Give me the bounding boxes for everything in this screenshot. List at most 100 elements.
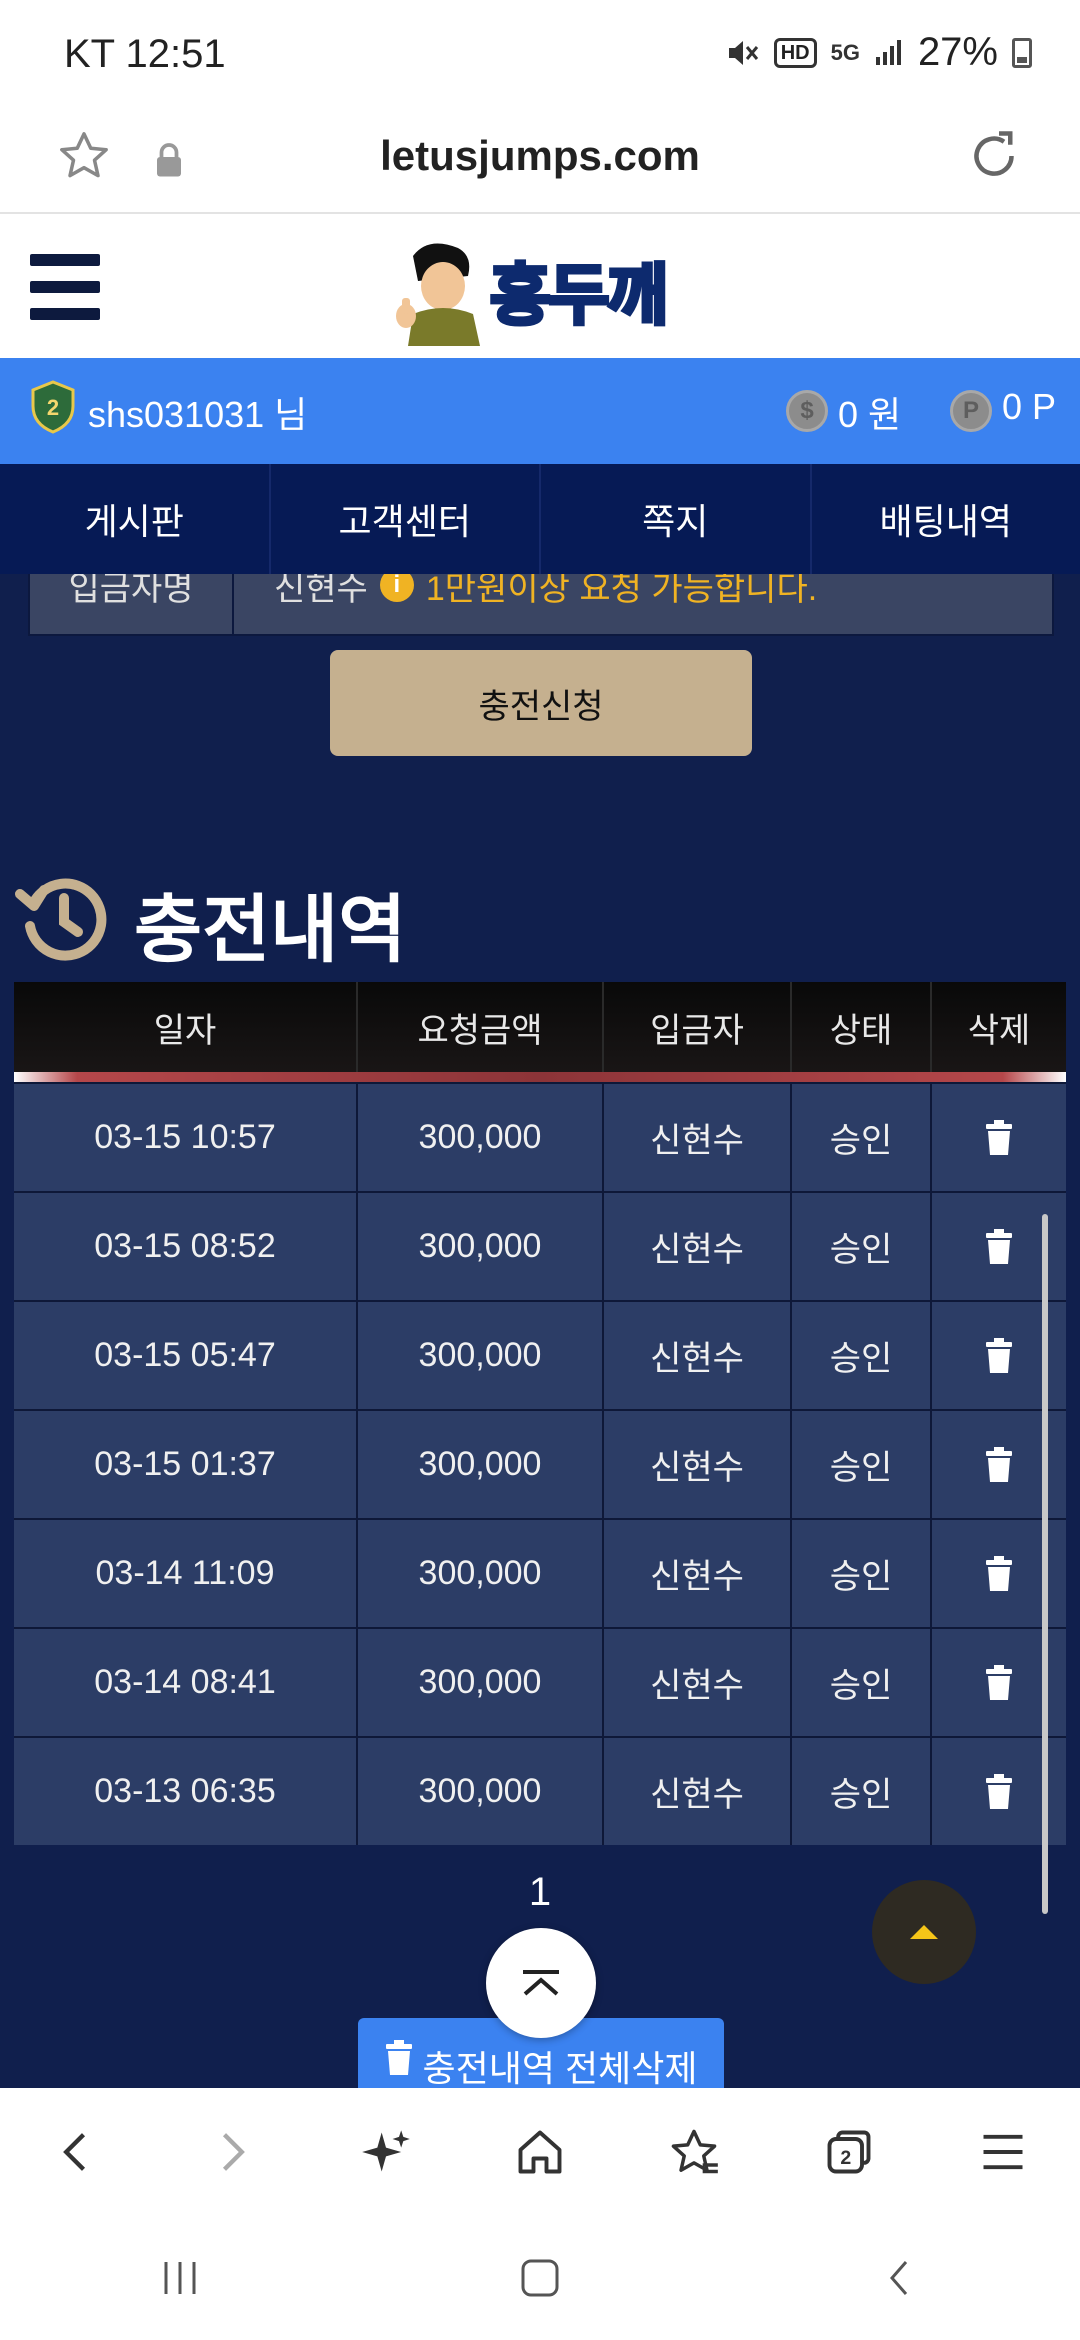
menu-icon[interactable]: [30, 254, 100, 320]
depositor-value: 신현수: [274, 574, 368, 608]
cell-amount: 300,000: [358, 1084, 604, 1191]
browser-toolbar: 2: [0, 2088, 1080, 2216]
cell-depositor: 신현수: [604, 1302, 792, 1409]
trash-icon: [986, 1773, 1012, 1809]
cell-status: 승인: [792, 1084, 932, 1191]
cell-depositor: 신현수: [604, 1411, 792, 1518]
cell-amount: 300,000: [358, 1193, 604, 1300]
depositor-label: 입금자명: [30, 574, 234, 634]
column-header-status: 상태: [792, 982, 932, 1082]
cell-date: 03-15 01:37: [14, 1411, 358, 1518]
status-time: KT 12:51: [64, 32, 226, 76]
depositor-field[interactable]: 신현수 i 1만원이상 요청 가능합니다.: [234, 574, 1052, 634]
system-home-button[interactable]: [360, 2256, 720, 2300]
scrollbar[interactable]: [1042, 1214, 1048, 1914]
cell-date: 03-14 11:09: [14, 1520, 358, 1627]
logo[interactable]: 홍두깨: [488, 242, 670, 338]
url-text[interactable]: letusjumps.com: [0, 132, 1080, 180]
cell-status: 승인: [792, 1738, 932, 1845]
cell-status: 승인: [792, 1302, 932, 1409]
table-row: 03-13 06:35 300,000 신현수 승인: [14, 1736, 1066, 1845]
back-button[interactable]: [0, 2126, 154, 2178]
reload-icon[interactable]: [964, 126, 1024, 186]
chevron-up-icon: [523, 1970, 559, 1996]
point-coin-icon: P: [950, 390, 992, 432]
cell-depositor: 신현수: [604, 1520, 792, 1627]
table-header: 일자 요청금액 입금자 상태 삭제: [14, 982, 1066, 1082]
column-header-depositor: 입금자: [604, 982, 792, 1082]
ai-assistant-button[interactable]: [309, 2126, 463, 2178]
charge-request-button[interactable]: 충전신청: [330, 650, 752, 756]
signal-icon: [874, 39, 904, 67]
tabs-button[interactable]: 2: [771, 2126, 925, 2178]
bookmarks-button[interactable]: [617, 2126, 771, 2178]
chevron-left-icon: [63, 2133, 86, 2171]
site-header: 홍두깨: [0, 214, 1080, 358]
cell-amount: 300,000: [358, 1411, 604, 1518]
main-content: 입금자명 신현수 i 1만원이상 요청 가능합니다. 충전신청 충전내역 일자 …: [0, 574, 1080, 2088]
cell-status: 승인: [792, 1520, 932, 1627]
network-5g-icon: 5G: [830, 39, 860, 65]
section-title: 충전내역: [134, 888, 407, 971]
cell-date: 03-14 08:41: [14, 1629, 358, 1736]
home-icon: [518, 2130, 562, 2174]
column-header-delete: 삭제: [967, 1011, 1031, 1050]
cell-depositor: 신현수: [604, 1629, 792, 1736]
trash-icon: [986, 1119, 1012, 1155]
column-header-date: 일자: [14, 982, 358, 1082]
column-header-amount: 요청금액: [358, 982, 604, 1082]
delete-row-button[interactable]: [932, 1084, 1066, 1191]
trash-icon: [986, 1555, 1012, 1591]
table-row: 03-15 10:57 300,000 신현수 승인: [14, 1082, 1066, 1191]
nav-messages[interactable]: 쪽지: [541, 464, 812, 574]
money-balance: 0 원: [838, 394, 902, 435]
browser-url-bar: letusjumps.com: [0, 108, 1080, 214]
nav-customer-center[interactable]: 고객센터: [271, 464, 541, 574]
recent-apps-button[interactable]: [0, 2258, 360, 2298]
browser-menu-button[interactable]: [926, 2126, 1080, 2178]
recent-apps-icon: [164, 2262, 196, 2294]
table-body: 03-15 10:57 300,000 신현수 승인 03-15 08:52 300,00…: [14, 1082, 1066, 1845]
bookmarks-star-icon: [671, 2129, 719, 2174]
table-row: 03-15 05:47 300,000 신현수 승인: [14, 1300, 1066, 1409]
menu-lines-icon: [983, 2134, 1023, 2170]
back-to-top-button[interactable]: [486, 1928, 596, 2038]
main-nav: 게시판 고객센터 쪽지 배팅내역: [0, 464, 1080, 574]
cell-status: 승인: [792, 1629, 932, 1736]
cell-status: 승인: [792, 1193, 932, 1300]
cell-depositor: 신현수: [604, 1193, 792, 1300]
cell-date: 03-15 08:52: [14, 1193, 358, 1300]
system-back-button[interactable]: [720, 2256, 1080, 2300]
level-shield-icon: 2: [31, 380, 75, 434]
hd-icon: HD: [773, 37, 817, 68]
money-coin-icon: $: [786, 390, 828, 432]
nav-betting-history[interactable]: 배팅내역: [812, 464, 1080, 574]
home-button[interactable]: [463, 2126, 617, 2178]
forward-button[interactable]: [154, 2126, 308, 2178]
table-row: 03-15 01:37 300,000 신현수 승인: [14, 1409, 1066, 1518]
nav-board[interactable]: 게시판: [0, 464, 271, 574]
info-icon: i: [379, 574, 414, 602]
trash-icon: [986, 1664, 1012, 1700]
mute-icon: [726, 38, 760, 68]
depositor-row: 입금자명 신현수 i 1만원이상 요청 가능합니다.: [28, 574, 1054, 636]
cell-depositor: 신현수: [604, 1084, 792, 1191]
table-row: 03-15 08:52 300,000 신현수 승인: [14, 1191, 1066, 1300]
charge-history-table: 일자 요청금액 입금자 상태 삭제 03-15 10:57 300,000 신현수 승…: [14, 982, 1066, 1845]
system-nav-bar: [0, 2216, 1080, 2340]
status-icons: HD 5G 27%: [726, 30, 1032, 75]
cell-date: 03-13 06:35: [14, 1738, 358, 1845]
table-row: 03-14 11:09 300,000 신현수 승인: [14, 1518, 1066, 1627]
tabs-count: 2: [840, 2147, 851, 2169]
history-icon: [15, 878, 107, 961]
battery-icon: [1012, 37, 1032, 68]
username: shs031031 님: [88, 394, 308, 435]
logo-mascot-icon: [396, 243, 480, 346]
level-number: 2: [47, 395, 59, 420]
trash-icon: [986, 1337, 1012, 1373]
scroll-up-button[interactable]: [872, 1880, 976, 1984]
cell-amount: 300,000: [358, 1302, 604, 1409]
battery-percent: 27%: [917, 30, 998, 74]
cell-amount: 300,000: [358, 1629, 604, 1736]
user-bar: 2 shs031031 님 $ 0 원 P 0 P: [0, 358, 1080, 464]
